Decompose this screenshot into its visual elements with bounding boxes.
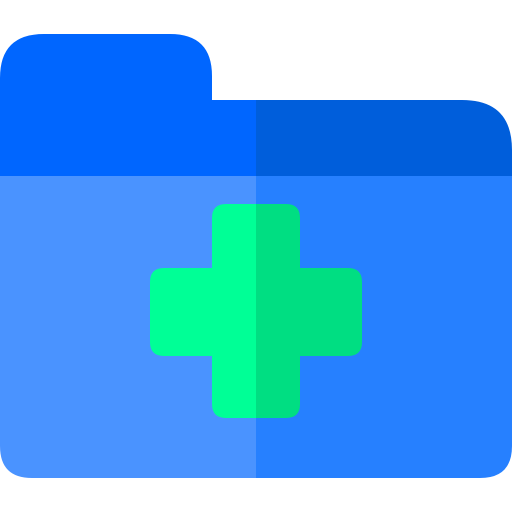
icon-canvas [0,0,512,512]
medical-folder-icon [0,34,512,478]
